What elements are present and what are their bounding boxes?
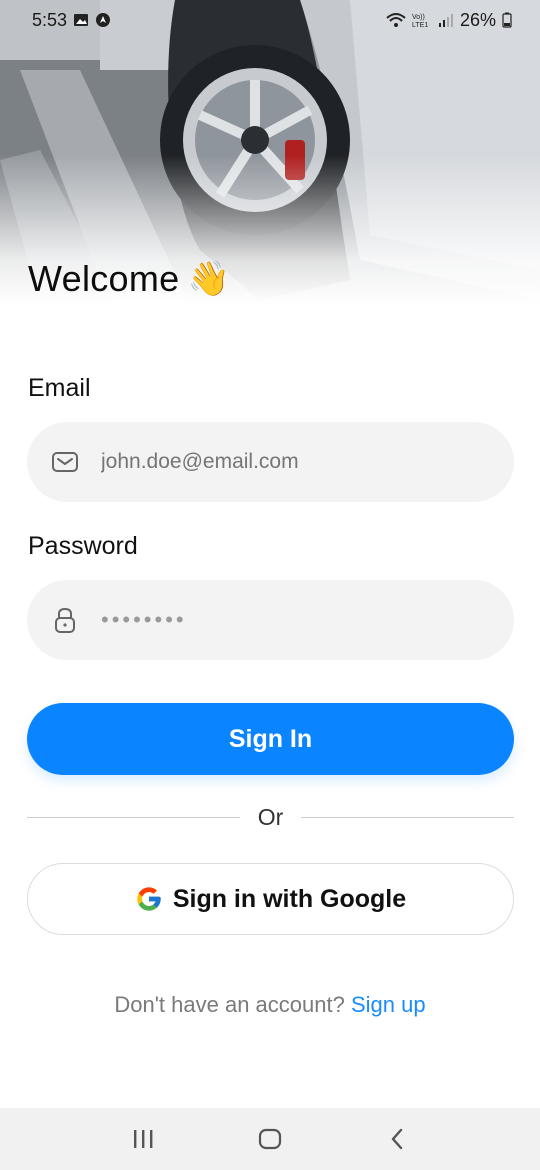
recent-apps-icon[interactable] [123, 1119, 163, 1159]
system-nav-bar [0, 1108, 540, 1170]
divider-line-left [27, 816, 240, 818]
sign-up-link[interactable]: Sign up [351, 992, 426, 1017]
home-icon[interactable] [250, 1119, 290, 1159]
sign-in-button[interactable]: Sign In [27, 703, 514, 775]
lock-icon [51, 606, 79, 634]
battery-icon [502, 12, 512, 28]
welcome-text: Welcome [28, 258, 180, 299]
volte-icon: Vo))LTE1 [412, 14, 428, 28]
status-bar: 5:53 Vo)) LTE1 26% [0, 0, 540, 40]
svg-text:Vo)): Vo)) [412, 14, 425, 21]
battery-percent: 26% [459, 9, 496, 30]
signal-icon [438, 14, 453, 27]
gallery-icon [74, 14, 89, 26]
waving-hand-icon: 👋 [187, 260, 231, 298]
email-input[interactable] [101, 450, 461, 474]
email-label: Email [28, 374, 91, 402]
google-icon [137, 887, 161, 911]
password-input[interactable]: •••••••• [101, 607, 187, 633]
password-field[interactable]: •••••••• [27, 580, 514, 660]
page-title: Welcome 👋 [28, 258, 230, 300]
divider-line-right [301, 816, 514, 818]
signup-prompt: Don't have an account? Sign up [0, 992, 540, 1018]
app-notification-icon [96, 13, 111, 27]
mail-icon [51, 448, 79, 476]
back-icon[interactable] [377, 1119, 417, 1159]
status-time: 5:53 [32, 9, 68, 30]
email-field[interactable] [27, 422, 514, 502]
google-button-label: Sign in with Google [172, 884, 407, 913]
google-sign-in-button[interactable]: Sign in with Google [27, 863, 514, 935]
or-text: Or [257, 803, 284, 830]
wifi-icon [386, 13, 406, 27]
svg-text:LTE1: LTE1 [412, 22, 428, 28]
password-label: Password [28, 532, 138, 560]
or-divider: Or [27, 800, 514, 834]
signup-question: Don't have an account? [114, 992, 345, 1017]
